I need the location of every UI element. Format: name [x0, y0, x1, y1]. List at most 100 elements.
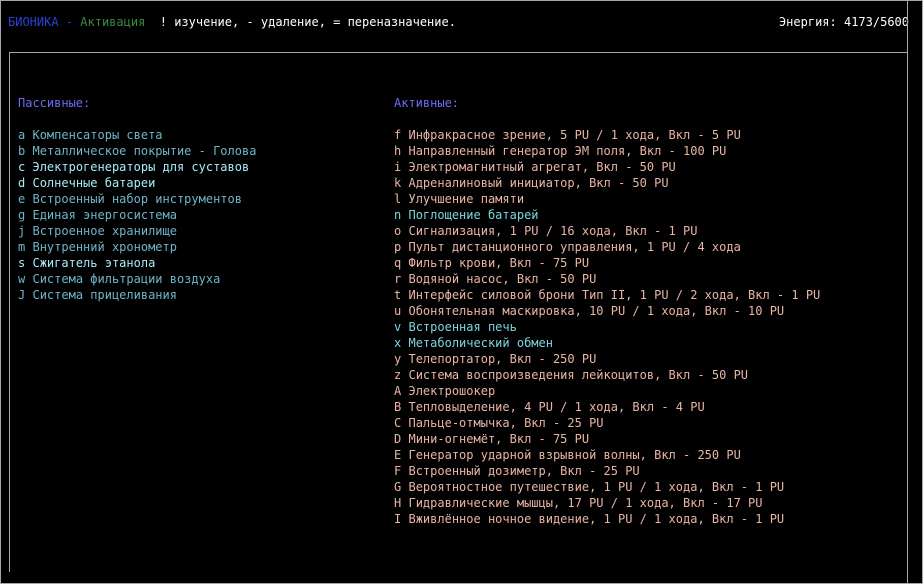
active-bionic-item-key: v — [394, 320, 402, 334]
active-bionic-item-key: q — [394, 256, 402, 270]
active-bionic-item-label: Адреналиновый инициатор, Вкл - 50 PU — [408, 176, 669, 190]
key-hint: ! изучение, - удаление, = переназначение… — [145, 15, 456, 29]
energy-readout: Энергия: 4173/5600 — [778, 15, 909, 29]
active-bionic-item[interactable]: F Встроенный дозиметр, Вкл - 25 PU — [394, 463, 820, 479]
active-bionic-item-label: Улучшение памяти — [408, 192, 525, 206]
passive-bionic-item-key: a — [18, 128, 26, 142]
active-bionic-item-label: Гидравлические мышцы, 17 PU / 1 хода, Вк… — [408, 496, 763, 510]
active-bionic-item-label: Электрошокер — [408, 384, 496, 398]
passive-bionic-item-key: d — [18, 176, 26, 190]
active-bionic-item-label: Пульт дистанционного управления, 1 PU / … — [408, 240, 741, 254]
active-bionic-item-key: H — [394, 496, 402, 510]
title: БИОНИКА — [8, 15, 59, 29]
active-bionic-item-label: Вживлённое ночное видение, 1 PU / 1 хода… — [408, 512, 785, 526]
active-bionic-item[interactable]: q Фильтр крови, Вкл - 75 PU — [394, 255, 820, 271]
active-bionic-item[interactable]: k Адреналиновый инициатор, Вкл - 50 PU — [394, 175, 820, 191]
title-separator: - — [58, 15, 81, 29]
active-bionic-item-label: Водяной насос, Вкл - 50 PU — [408, 272, 597, 286]
active-bionic-item-label: Система воспроизведения лейкоцитов, Вкл … — [408, 368, 749, 382]
passive-bionic-item-label: Встроенный набор инструментов — [32, 192, 242, 206]
active-bionic-item-label: Инфракрасное зрение, 5 PU / 1 хода, Вкл … — [408, 128, 741, 142]
active-bionic-item-key: t — [394, 288, 402, 302]
active-bionic-item[interactable]: p Пульт дистанционного управления, 1 PU … — [394, 239, 820, 255]
active-bionic-item[interactable]: l Улучшение памяти — [394, 191, 820, 207]
passive-bionic-item[interactable]: w Система фильтрации воздуха — [18, 271, 256, 287]
passive-bionic-item[interactable]: b Металлическое покрытие - Голова — [18, 143, 256, 159]
active-bionic-item[interactable]: o Сигнализация, 1 PU / 16 хода, Вкл - 1 … — [394, 223, 820, 239]
active-bionic-item-key: i — [394, 160, 402, 174]
active-bionic-item-key: F — [394, 464, 402, 478]
passive-bionic-item-label: Металлическое покрытие - Голова — [32, 144, 257, 158]
active-bionic-item-key: G — [394, 480, 402, 494]
active-bionic-item-key: y — [394, 352, 402, 366]
passive-bionic-item[interactable]: g Единая энергосистема — [18, 207, 256, 223]
active-bionic-item-label: Сигнализация, 1 PU / 16 хода, Вкл - 1 PU — [408, 224, 698, 238]
passive-bionic-item[interactable]: j Встроенное хранилище — [18, 223, 256, 239]
active-bionic-item[interactable]: i Электромагнитный агрегат, Вкл - 50 PU — [394, 159, 820, 175]
active-bionic-item-key: r — [394, 272, 402, 286]
passive-bionic-item-key: b — [18, 144, 26, 158]
passive-bionic-item[interactable]: e Встроенный набор инструментов — [18, 191, 256, 207]
active-bionic-item[interactable]: H Гидравлические мышцы, 17 PU / 1 хода, … — [394, 495, 820, 511]
active-bionic-item[interactable]: B Тепловыделение, 4 PU / 1 хода, Вкл - 4… — [394, 399, 820, 415]
active-bionic-item-label: Электромагнитный агрегат, Вкл - 50 PU — [408, 160, 676, 174]
passive-bionic-item[interactable]: d Солнечные батареи — [18, 175, 256, 191]
passive-bionic-item-key: e — [18, 192, 26, 206]
passive-bionic-item-label: Электрогенераторы для суставов — [32, 160, 250, 174]
header-bar: БИОНИКА - Активация ! изучение, - удален… — [8, 14, 908, 30]
passive-bionic-item-key: J — [18, 288, 26, 302]
passive-bionic-item-label: Система прицеливания — [32, 288, 177, 302]
active-bionic-item-key: x — [394, 336, 402, 350]
active-heading: Активные: — [394, 96, 460, 110]
active-bionic-item-label: Вероятностное путешествие, 1 PU / 1 хода… — [408, 480, 785, 494]
passive-bionic-item[interactable]: c Электрогенераторы для суставов — [18, 159, 256, 175]
active-bionic-item[interactable]: A Электрошокер — [394, 383, 820, 399]
left-border — [9, 52, 10, 572]
passive-bionic-item-label: Встроенное хранилище — [32, 224, 177, 238]
passive-bionic-item-key: j — [18, 224, 26, 238]
active-bionic-item[interactable]: t Интерфейс силовой брони Тип II, 1 PU /… — [394, 287, 820, 303]
passive-bionic-item-label: Солнечные батареи — [32, 176, 156, 190]
active-bionic-item-label: Направленный генератор ЭМ поля, Вкл - 10… — [408, 144, 727, 158]
active-bionic-item[interactable]: r Водяной насос, Вкл - 50 PU — [394, 271, 820, 287]
active-bionic-item[interactable]: I Вживлённое ночное видение, 1 PU / 1 хо… — [394, 511, 820, 527]
active-bionic-item-key: p — [394, 240, 402, 254]
active-bionic-item[interactable]: G Вероятностное путешествие, 1 PU / 1 хо… — [394, 479, 820, 495]
active-bionic-item[interactable]: z Система воспроизведения лейкоцитов, Вк… — [394, 367, 820, 383]
active-bionic-item[interactable]: y Телепортатор, Вкл - 250 PU — [394, 351, 820, 367]
active-bionic-item-label: Мини-огнемёт, Вкл - 75 PU — [408, 432, 590, 446]
passive-bionic-item[interactable]: a Компенсаторы света — [18, 127, 256, 143]
active-bionic-item[interactable]: f Инфракрасное зрение, 5 PU / 1 хода, Вк… — [394, 127, 820, 143]
active-bionic-item-label: Пальце-отмычка, Вкл - 25 PU — [408, 416, 604, 430]
passive-bionic-item-key: s — [18, 256, 26, 270]
active-bionic-item-key: B — [394, 400, 402, 414]
passive-bionic-item[interactable]: J Система прицеливания — [18, 287, 256, 303]
passive-bionic-item-label: Единая энергосистема — [32, 208, 177, 222]
active-bionic-item[interactable]: n Поглощение батарей — [394, 207, 820, 223]
active-bionic-item[interactable]: C Пальце-отмычка, Вкл - 25 PU — [394, 415, 820, 431]
passive-bionic-item-label: Внутренний хронометр — [32, 240, 177, 254]
active-list: Активные: f Инфракрасное зрение, 5 PU / … — [394, 63, 820, 527]
active-bionic-item-key: z — [394, 368, 402, 382]
passive-bionic-item-label: Система фильтрации воздуха — [32, 272, 221, 286]
active-bionic-item[interactable]: x Метаболический обмен — [394, 335, 820, 351]
active-bionic-item[interactable]: v Встроенная печь — [394, 319, 820, 335]
right-border — [907, 0, 908, 584]
active-bionic-item-key: k — [394, 176, 402, 190]
passive-bionic-item-label: Компенсаторы света — [32, 128, 163, 142]
active-bionic-item-label: Телепортатор, Вкл - 250 PU — [408, 352, 597, 366]
passive-bionic-item[interactable]: s Сжигатель этанола — [18, 255, 256, 271]
active-bionic-item-key: D — [394, 432, 402, 446]
active-bionic-item-key: o — [394, 224, 402, 238]
passive-list: Пассивные: a Компенсаторы света b Металли… — [18, 63, 256, 303]
active-bionic-item[interactable]: h Направленный генератор ЭМ поля, Вкл - … — [394, 143, 820, 159]
active-bionic-item[interactable]: E Генератор ударной взрывной волны, Вкл … — [394, 447, 820, 463]
mode-tab[interactable]: Активация — [80, 15, 145, 29]
passive-bionic-item[interactable]: m Внутренний хронометр — [18, 239, 256, 255]
active-bionic-item[interactable]: D Мини-огнемёт, Вкл - 75 PU — [394, 431, 820, 447]
active-bionic-item-key: l — [394, 192, 402, 206]
active-bionic-item[interactable]: u Обонятельная маскировка, 10 PU / 1 ход… — [394, 303, 820, 319]
active-bionic-item-label: Генератор ударной взрывной волны, Вкл - … — [408, 448, 741, 462]
active-bionic-item-key: A — [394, 384, 402, 398]
active-bionic-item-label: Поглощение батарей — [408, 208, 539, 222]
